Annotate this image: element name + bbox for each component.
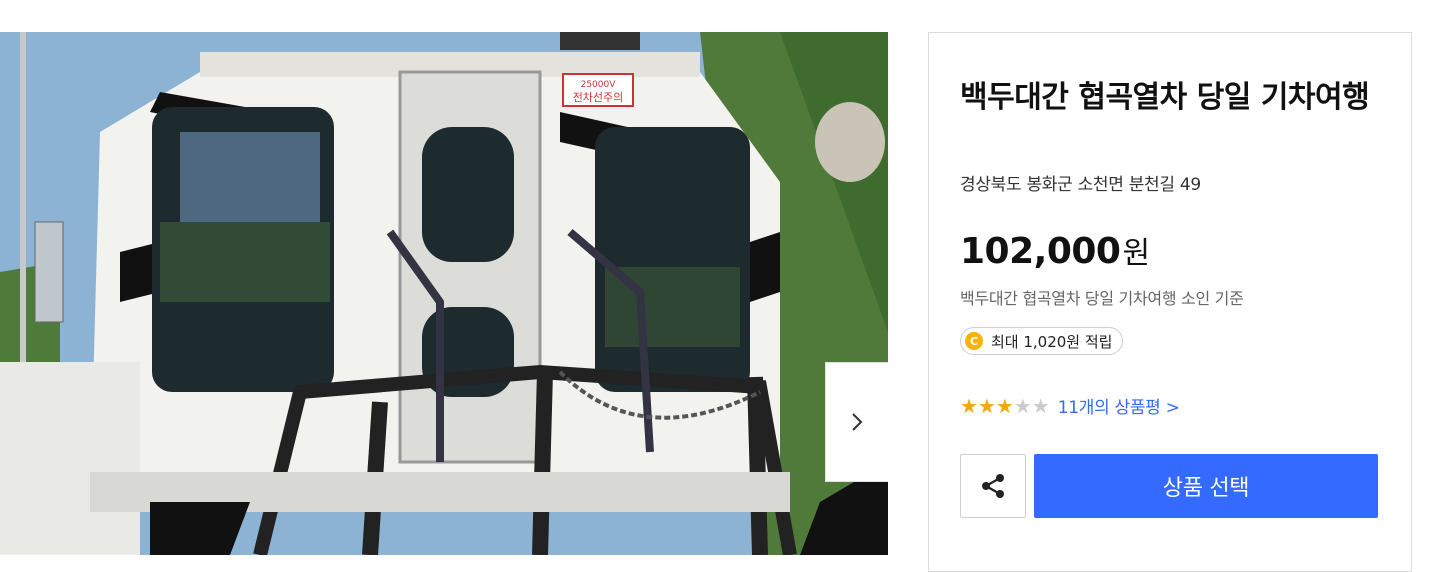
star-filled-icon: ★ [960,393,978,418]
svg-text:25000V: 25000V [581,80,617,90]
star-empty-icon: ★ [1013,393,1032,418]
price-note: 백두대간 협곡열차 당일 기차여행 소인 기준 [960,289,1244,308]
share-icon [982,474,1004,498]
price-value: 102,000 [960,231,1121,272]
product-info-panel: 백두대간 협곡열차 당일 기차여행 경상북도 봉화군 소천면 분천길 49 10… [928,32,1412,572]
chevron-right-icon [852,413,863,431]
product-title: 백두대간 협곡열차 당일 기차여행 [960,80,1370,115]
review-count: 11개 [1057,398,1095,418]
star-empty-icon: ★ [1031,393,1050,418]
share-button[interactable] [960,454,1026,518]
product-address: 경상북도 봉화군 소천면 분천길 49 [960,175,1201,195]
price: 102,000 원 [960,228,1150,272]
train-photo: 25000V 전차선주의 [0,32,888,555]
review-link[interactable]: 11개의 상품평 > [1058,393,1180,418]
star-filled-icon: ★ [995,393,1014,418]
price-unit: 원 [1122,236,1151,271]
coin-icon: C [965,332,983,350]
star-filled-icon: ★ [977,393,996,418]
review-suffix: 의 상품평 > [1094,398,1180,418]
points-text: 최대 1,020원 적립 [991,332,1113,351]
gallery-next-button[interactable] [825,362,888,482]
svg-text:전차선주의: 전차선주의 [573,91,624,104]
star-rating: ★ ★ ★ ★ ★ [960,396,1050,416]
rating: ★ ★ ★ ★ ★ 11개의 상품평 > [960,393,1180,419]
product-image-gallery: 25000V 전차선주의 [0,32,888,555]
select-product-button[interactable]: 상품 선택 [1034,454,1378,518]
points-badge: C 최대 1,020원 적립 [960,327,1124,355]
